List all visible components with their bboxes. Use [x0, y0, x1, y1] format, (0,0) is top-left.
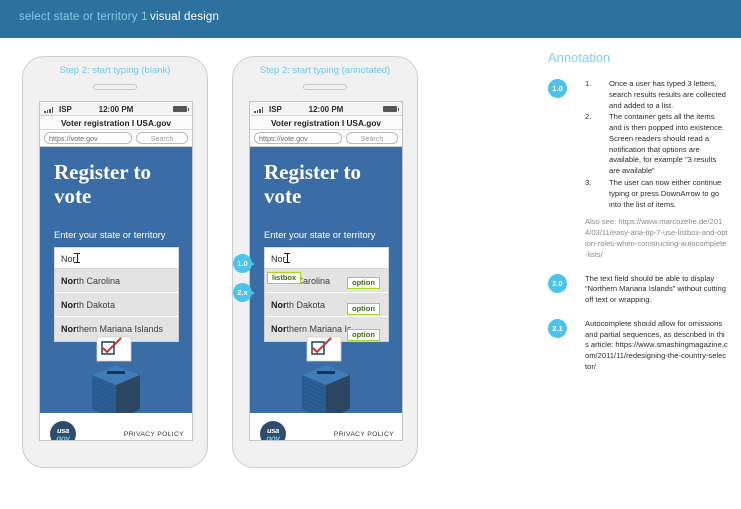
page-footer: usa gov PRIVACY POLICY: [250, 413, 402, 441]
list-item[interactable]: North Carolina: [55, 269, 178, 293]
breadcrumb-active[interactable]: select state or territory 1: [19, 11, 148, 23]
annotation-item-3: 2.1 Autocomplete should allow for omissi…: [548, 318, 728, 373]
logo-line-2: gov: [266, 434, 280, 441]
battery-icon: [173, 106, 189, 112]
url-input[interactable]: https://vote.gov: [254, 132, 342, 144]
page-title: Register to vote: [54, 160, 151, 208]
annotation-body: The text field should be able to display…: [585, 273, 726, 305]
browser-page-title: Voter registration I USA.gov: [250, 116, 402, 130]
annotation-item-2: 2.0 The text field should be able to dis…: [548, 273, 728, 306]
field-prompt: Enter your state or territory: [264, 229, 376, 240]
step-label-blank: Step 2: start typing (blank): [59, 65, 171, 76]
phone-speaker-icon: [303, 84, 347, 90]
text-cursor-icon: [284, 253, 291, 263]
usa-gov-logo-icon[interactable]: usa gov: [260, 421, 286, 441]
callout-tail-icon: [248, 260, 255, 268]
phone-mockup-annotated: Step 2: start typing (annotated) ISP 12:…: [232, 56, 418, 468]
state-combobox: Nor North Carolina North Dakota Northern…: [264, 247, 389, 342]
app-header-bar: select state or territory 1 visual desig…: [0, 0, 741, 38]
status-bar: ISP 12:00 PM: [250, 102, 402, 116]
annotation-reference-link[interactable]: Also see: https://www.marcozehe.de/2014/…: [585, 217, 728, 260]
annotation-title: Annotation: [548, 50, 611, 65]
callout-tail-icon: [248, 289, 255, 297]
page-footer: usa gov PRIVACY POLICY: [40, 413, 192, 441]
state-input[interactable]: Nor: [54, 247, 179, 269]
callout-marker-1: 1.0: [233, 254, 255, 273]
text-cursor-icon: [74, 253, 81, 263]
state-listbox: North Carolina North Dakota Northern Mar…: [54, 269, 179, 342]
usa-gov-logo-icon[interactable]: usa gov: [50, 421, 76, 441]
state-input[interactable]: Nor: [264, 247, 389, 269]
status-clock: 12:00 PM: [98, 105, 134, 114]
annotation-badge: 2.0: [548, 273, 567, 293]
status-clock: 12:00 PM: [308, 105, 344, 114]
ballot-box-illustration: [91, 336, 140, 413]
list-item[interactable]: North Dakota: [55, 293, 178, 317]
annotation-badge: 2.1: [548, 318, 567, 338]
annotation-list-item: 2. The container gets all the items and …: [585, 112, 725, 176]
phone-mockup-blank: Step 2: start typing (blank) ISP 12:00 P…: [22, 56, 208, 468]
battery-icon: [383, 106, 399, 112]
callout-marker-2: 2.x: [233, 283, 255, 302]
url-input[interactable]: https://vote.gov: [44, 132, 132, 144]
annotation-list-item: 1. Once a user has typed 3 letters, sear…: [585, 79, 726, 110]
status-bar: ISP 12:00 PM: [40, 102, 192, 116]
annotation-body: Autocomplete should allow for omissions …: [585, 318, 728, 371]
ballot-box-illustration: [301, 336, 350, 413]
annotation-ordered-list: 1. Once a user has typed 3 letters, sear…: [585, 79, 728, 210]
browser-page-title: Voter registration I USA.gov: [40, 116, 192, 130]
annotation-list-item: 3. The user can now either continue typi…: [585, 178, 722, 209]
phone-screen: ISP 12:00 PM Voter registration I USA.go…: [249, 101, 403, 441]
annotation-body: 1. Once a user has typed 3 letters, sear…: [585, 79, 728, 261]
phone-screen: ISP 12:00 PM Voter registration I USA.go…: [39, 101, 193, 441]
browser-toolbar: https://vote.gov Search: [40, 130, 192, 147]
field-prompt: Enter your state or territory: [54, 229, 166, 240]
privacy-policy-link[interactable]: PRIVACY POLICY: [124, 431, 184, 438]
annotation-panel: Annotation 1.0 1. Once a user has typed …: [548, 50, 728, 386]
page-content: Register to vote Enter your state or ter…: [250, 147, 402, 413]
tag-option-1: option: [347, 277, 380, 289]
phone-speaker-icon: [93, 84, 137, 90]
step-label-annotated: Step 2: start typing (annotated): [259, 65, 391, 76]
annotation-item-1: 1.0 1. Once a user has typed 3 letters, …: [548, 79, 728, 261]
breadcrumb-section[interactable]: visual design: [150, 11, 219, 23]
annotation-badge: 1.0: [548, 79, 567, 98]
search-input[interactable]: Search: [136, 132, 188, 144]
tag-option-3: option: [347, 329, 380, 341]
page-content: Register to vote Enter your state or ter…: [40, 147, 192, 413]
state-combobox: Nor North Carolina North Dakota Northern…: [54, 247, 179, 342]
tag-listbox: listbox: [267, 272, 302, 284]
privacy-policy-link[interactable]: PRIVACY POLICY: [334, 431, 394, 438]
page-title: Register to vote: [264, 160, 361, 208]
browser-toolbar: https://vote.gov Search: [250, 130, 402, 147]
logo-line-2: gov: [56, 434, 70, 441]
tag-option-2: option: [347, 303, 380, 315]
search-input[interactable]: Search: [346, 132, 398, 144]
